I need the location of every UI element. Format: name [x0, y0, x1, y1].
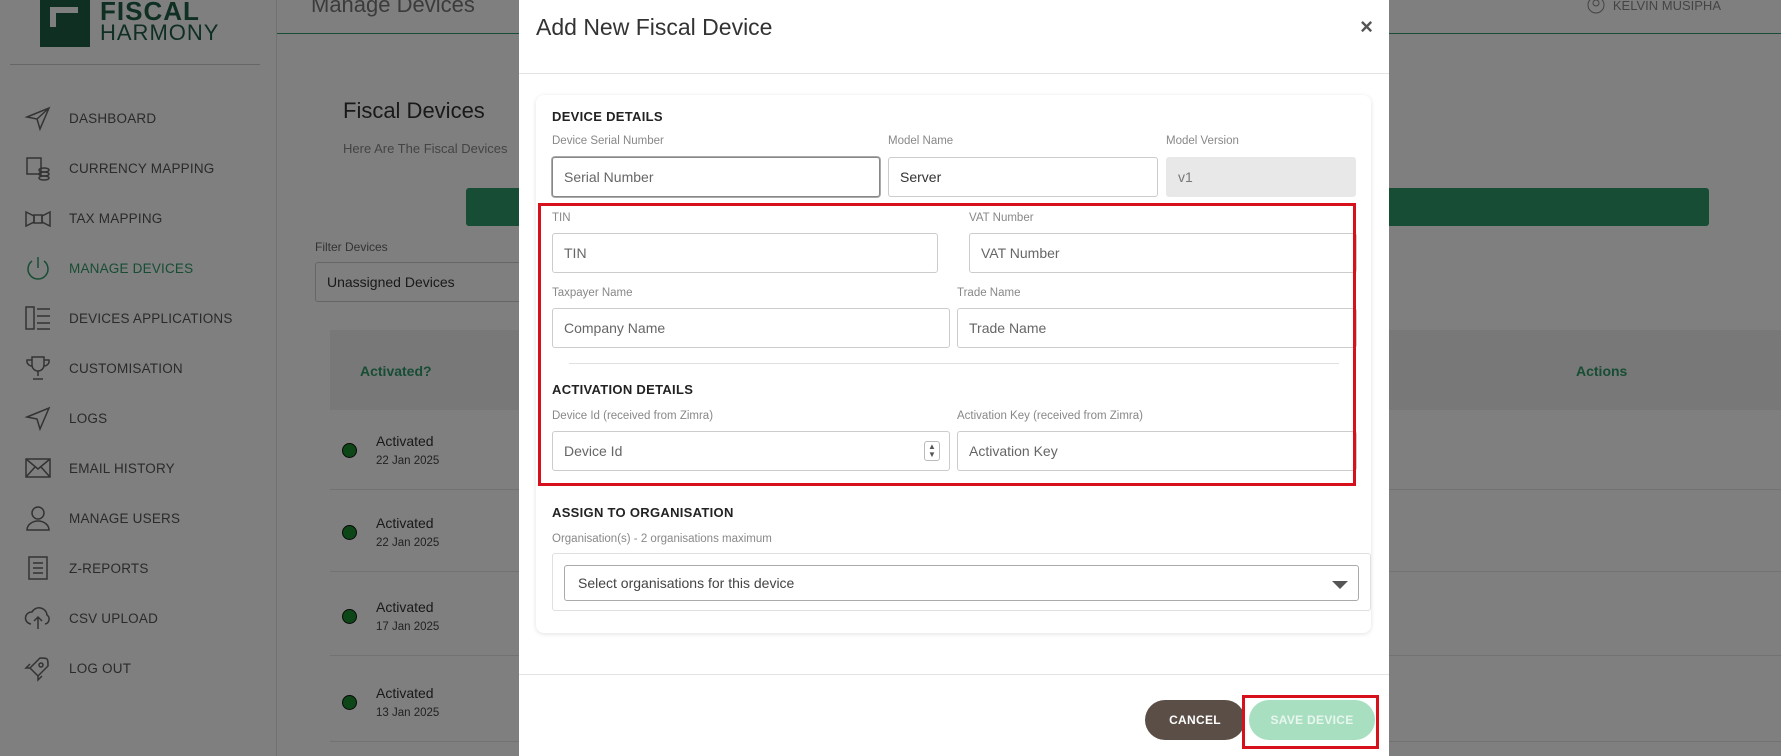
organisation-select-placeholder: Select organisations for this device	[578, 575, 795, 591]
serial-label: Device Serial Number	[552, 135, 664, 147]
model-version-input	[1166, 157, 1356, 197]
serial-number-input[interactable]	[552, 157, 880, 197]
close-icon[interactable]: ×	[1360, 14, 1373, 40]
tin-label: TIN	[552, 212, 571, 224]
modal-footer: CANCEL SAVE DEVICE	[519, 674, 1389, 756]
trade-name-input[interactable]	[957, 308, 1357, 348]
device-id-wrapper: ▲▼	[552, 431, 950, 471]
section-divider	[569, 363, 1339, 364]
activation-key-input[interactable]	[957, 431, 1357, 471]
number-spinner-icon[interactable]: ▲ ▼	[924, 441, 940, 461]
modal-header: Add New Fiscal Device ×	[519, 0, 1389, 74]
model-name-input[interactable]	[888, 157, 1158, 197]
device-form-card: DEVICE DETAILS Device Serial Number Mode…	[536, 95, 1371, 633]
taxpayer-name-input[interactable]	[552, 308, 950, 348]
add-device-modal: Add New Fiscal Device × DEVICE DETAILS D…	[519, 0, 1389, 756]
taxpayer-label: Taxpayer Name	[552, 287, 633, 299]
tin-input[interactable]	[552, 233, 938, 273]
cancel-button[interactable]: CANCEL	[1145, 700, 1245, 740]
organisation-select[interactable]: Select organisations for this device	[564, 565, 1359, 601]
activation-details-heading: ACTIVATION DETAILS	[552, 382, 694, 397]
save-device-button[interactable]: SAVE DEVICE	[1249, 700, 1375, 740]
device-id-label: Device Id (received from Zimra)	[552, 410, 714, 422]
trade-name-label: Trade Name	[957, 287, 1021, 299]
model-name-label: Model Name	[888, 135, 954, 147]
device-id-input[interactable]	[552, 431, 950, 471]
activation-key-label: Activation Key (received from Zimra)	[957, 410, 1143, 422]
organisation-label: Organisation(s) - 2 organisations maximu…	[552, 533, 772, 545]
device-details-heading: DEVICE DETAILS	[552, 109, 663, 124]
assign-organisation-heading: ASSIGN TO ORGANISATION	[552, 505, 734, 520]
vat-label: VAT Number	[969, 212, 1034, 224]
model-version-label: Model Version	[1166, 135, 1239, 147]
organisation-select-container: Select organisations for this device	[552, 553, 1371, 611]
modal-title: Add New Fiscal Device	[536, 14, 773, 40]
chevron-down-icon	[1332, 581, 1348, 589]
vat-number-input[interactable]	[969, 233, 1357, 273]
